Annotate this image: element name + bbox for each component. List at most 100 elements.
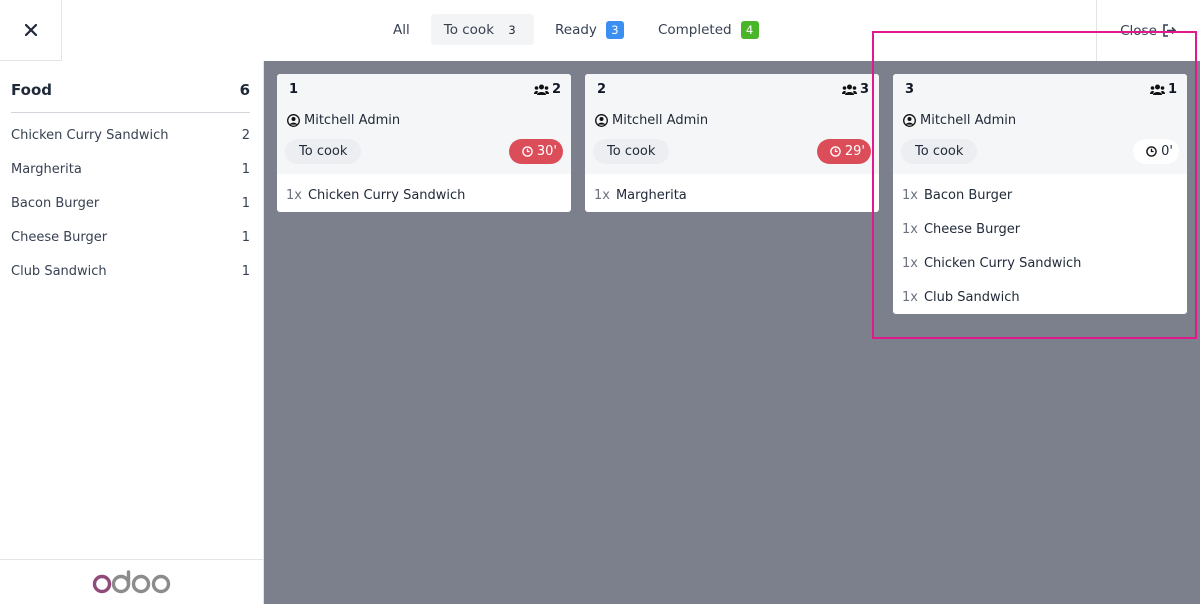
- order-lines: 1x Margherita: [585, 174, 879, 212]
- product-summary-item[interactable]: Chicken Curry Sandwich 2: [11, 118, 250, 152]
- product-summary-name: Chicken Curry Sandwich: [11, 127, 169, 143]
- users-icon: [841, 84, 857, 95]
- clock-icon: [522, 145, 533, 157]
- tab-ready-label: Ready: [555, 21, 597, 38]
- order-user-name: Mitchell Admin: [612, 112, 709, 128]
- order-line-product: Chicken Curry Sandwich: [923, 255, 1082, 271]
- order-user: Mitchell Admin: [593, 104, 871, 136]
- tab-to-cook-label: To cook: [443, 21, 495, 38]
- tab-to-cook-count: 3: [508, 22, 516, 37]
- user-circle-icon: [903, 113, 916, 127]
- order-line[interactable]: 1x Cheese Burger: [893, 212, 1187, 246]
- user-circle-icon: [287, 113, 300, 127]
- order-line-qty: 1x: [902, 221, 918, 237]
- order-lines: 1x Bacon Burger 1x Cheese Burger 1x Chic…: [893, 174, 1187, 314]
- product-summary-count: 1: [241, 195, 250, 211]
- order-card-header: 2 3 Mitchell Admin To cook 29': [585, 74, 879, 174]
- sign-out-icon: [1163, 24, 1177, 37]
- order-line[interactable]: 1x Margherita: [585, 178, 879, 212]
- order-line-qty: 1x: [902, 289, 918, 305]
- guest-count-value: 3: [859, 81, 869, 97]
- order-state-button[interactable]: To cook: [285, 138, 362, 164]
- close-x-button[interactable]: [0, 0, 62, 61]
- category-count: 6: [239, 81, 250, 99]
- clock-icon: [1146, 145, 1157, 157]
- tab-completed[interactable]: Completed 4: [645, 14, 772, 45]
- order-card[interactable]: 3 1 Mitchell Admin To cook 0' 1x Bacon B…: [893, 74, 1187, 314]
- order-user: Mitchell Admin: [901, 104, 1179, 136]
- order-number: 2: [597, 81, 607, 97]
- order-timer-value: 0': [1161, 143, 1173, 159]
- order-user: Mitchell Admin: [285, 104, 563, 136]
- user-circle-icon: [595, 113, 608, 127]
- guest-count: 1: [1149, 81, 1177, 97]
- odoo-logo: [92, 570, 170, 594]
- order-line-qty: 1x: [286, 187, 302, 203]
- category-title: Food: [11, 81, 52, 99]
- order-line-qty: 1x: [902, 187, 918, 203]
- guest-count: 3: [841, 81, 869, 97]
- order-card[interactable]: 2 3 Mitchell Admin To cook 29' 1x Marghe…: [585, 74, 879, 212]
- order-line-product: Margherita: [615, 187, 687, 203]
- order-timer-value: 30': [536, 143, 557, 159]
- orders-board: 1 2 Mitchell Admin To cook 30' 1x Chicke…: [264, 61, 1200, 604]
- sidebar-footer: [0, 559, 263, 604]
- tab-all[interactable]: All: [380, 14, 423, 45]
- tab-completed-count: 4: [740, 20, 759, 39]
- order-line[interactable]: 1x Chicken Curry Sandwich: [277, 178, 571, 212]
- order-status-tabs: All To cook 3 Ready 3 Completed 4: [380, 14, 780, 45]
- order-card[interactable]: 1 2 Mitchell Admin To cook 30' 1x Chicke…: [277, 74, 571, 212]
- close-button[interactable]: Close: [1096, 0, 1200, 61]
- order-state-button[interactable]: To cook: [901, 138, 978, 164]
- x-icon: [24, 24, 37, 36]
- users-icon: [1149, 84, 1165, 95]
- tab-completed-label: Completed: [657, 21, 732, 38]
- close-button-label: Close: [1120, 22, 1157, 39]
- guest-count: 2: [533, 82, 561, 97]
- order-line-product: Club Sandwich: [923, 289, 1020, 305]
- order-number: 1: [289, 81, 299, 97]
- product-summary-count: 1: [241, 263, 250, 279]
- tab-to-cook[interactable]: To cook 3: [430, 14, 535, 45]
- product-summary-list: Chicken Curry Sandwich 2 Margherita 1 Ba…: [11, 118, 250, 288]
- product-summary-count: 2: [241, 127, 250, 143]
- clock-icon: [830, 145, 841, 157]
- order-line[interactable]: 1x Bacon Burger: [893, 178, 1187, 212]
- guest-count-value: 1: [1167, 81, 1177, 97]
- product-summary-name: Club Sandwich: [11, 263, 107, 279]
- order-line-product: Chicken Curry Sandwich: [307, 187, 466, 203]
- product-summary-count: 1: [241, 229, 250, 245]
- product-summary-item[interactable]: Bacon Burger 1: [11, 186, 250, 220]
- users-icon: [533, 84, 549, 95]
- product-summary-item[interactable]: Margherita 1: [11, 152, 250, 186]
- order-card-header: 3 1 Mitchell Admin To cook 0': [893, 74, 1187, 174]
- order-timer: 0': [1133, 138, 1179, 164]
- product-summary-name: Cheese Burger: [11, 229, 108, 245]
- tab-ready[interactable]: Ready 3: [542, 14, 637, 45]
- product-summary-name: Bacon Burger: [11, 195, 100, 211]
- top-bar: All To cook 3 Ready 3 Completed 4 Close: [0, 0, 1200, 61]
- order-lines: 1x Chicken Curry Sandwich: [277, 174, 571, 212]
- product-summary-name: Margherita: [11, 161, 82, 177]
- order-line-qty: 1x: [594, 187, 610, 203]
- order-number: 3: [905, 81, 915, 97]
- order-card-header: 1 2 Mitchell Admin To cook 30': [277, 74, 571, 174]
- order-user-name: Mitchell Admin: [304, 112, 401, 128]
- tab-ready-count: 3: [605, 20, 624, 39]
- order-line-qty: 1x: [902, 255, 918, 271]
- order-timer-value: 29': [844, 143, 865, 159]
- product-summary-count: 1: [241, 161, 250, 177]
- order-line[interactable]: 1x Club Sandwich: [893, 280, 1187, 314]
- category-sidebar: Food 6 Chicken Curry Sandwich 2 Margheri…: [0, 61, 264, 604]
- order-line[interactable]: 1x Chicken Curry Sandwich: [893, 246, 1187, 280]
- order-line-product: Bacon Burger: [923, 187, 1013, 203]
- tab-all-label: All: [393, 21, 410, 38]
- order-line-product: Cheese Burger: [923, 221, 1021, 237]
- order-user-name: Mitchell Admin: [920, 112, 1017, 128]
- order-timer: 29': [816, 138, 871, 164]
- product-summary-item[interactable]: Cheese Burger 1: [11, 220, 250, 254]
- order-timer: 30': [508, 138, 563, 164]
- order-state-button[interactable]: To cook: [593, 138, 670, 164]
- product-summary-item[interactable]: Club Sandwich 1: [11, 254, 250, 288]
- category-header[interactable]: Food 6: [11, 81, 250, 113]
